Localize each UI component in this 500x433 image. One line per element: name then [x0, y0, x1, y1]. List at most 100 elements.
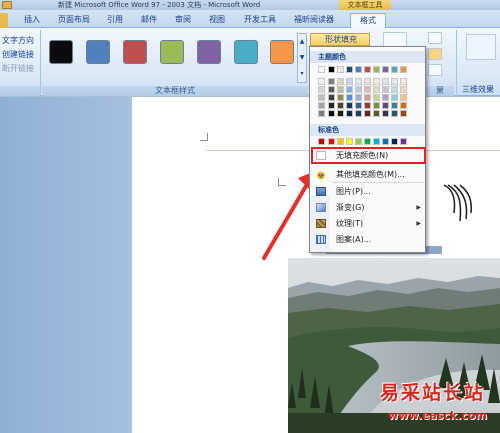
color-swatch[interactable]	[318, 78, 325, 85]
color-swatch[interactable]	[364, 86, 371, 93]
style-swatch-red[interactable]	[123, 40, 147, 64]
color-swatch[interactable]	[355, 102, 362, 109]
style-swatch-orange[interactable]	[270, 40, 294, 64]
color-swatch[interactable]	[382, 86, 389, 93]
color-swatch[interactable]	[328, 86, 335, 93]
color-swatch[interactable]	[337, 102, 344, 109]
color-swatch[interactable]	[373, 78, 380, 85]
color-swatch[interactable]	[391, 94, 398, 101]
color-swatch[interactable]	[318, 94, 325, 101]
tab-format[interactable]: 格式	[350, 13, 386, 28]
tab-developer[interactable]: 开发工具	[238, 13, 282, 28]
color-swatch[interactable]	[400, 138, 407, 145]
color-swatch[interactable]	[318, 86, 325, 93]
color-swatch[interactable]	[337, 86, 344, 93]
quick-access-save-icon[interactable]	[2, 1, 12, 9]
color-swatch[interactable]	[318, 110, 325, 117]
style-swatch-blue[interactable]	[86, 40, 110, 64]
color-swatch[interactable]	[364, 78, 371, 85]
styles-gallery-scroll[interactable]: ▲ ▼ ▾	[297, 33, 307, 83]
color-swatch[interactable]	[373, 66, 380, 73]
color-swatch[interactable]	[337, 138, 344, 145]
color-swatch[interactable]	[400, 94, 407, 101]
color-swatch[interactable]	[328, 78, 335, 85]
color-swatch[interactable]	[373, 138, 380, 145]
color-swatch[interactable]	[382, 78, 389, 85]
color-swatch[interactable]	[391, 110, 398, 117]
color-swatch[interactable]	[355, 86, 362, 93]
color-swatch[interactable]	[328, 138, 335, 145]
color-swatch[interactable]	[373, 110, 380, 117]
nudge-center-button[interactable]	[428, 48, 442, 60]
color-swatch[interactable]	[355, 78, 362, 85]
color-swatch[interactable]	[346, 110, 353, 117]
color-swatch[interactable]	[400, 66, 407, 73]
scroll-up-icon[interactable]: ▲	[298, 34, 306, 50]
three-d-effects-icon[interactable]	[466, 34, 496, 60]
tab-review[interactable]: 审阅	[168, 13, 198, 28]
color-swatch[interactable]	[318, 138, 325, 145]
color-swatch[interactable]	[391, 138, 398, 145]
color-swatch[interactable]	[391, 78, 398, 85]
text-direction-button[interactable]: 文字方向	[2, 35, 34, 46]
shape-fill-button[interactable]: 形状填充	[310, 33, 370, 46]
more-fill-colors-menu-item[interactable]: 其他填充颜色(M)...	[312, 167, 425, 182]
color-swatch[interactable]	[328, 102, 335, 109]
tab-insert[interactable]: 插入	[16, 13, 48, 28]
color-swatch[interactable]	[346, 78, 353, 85]
color-swatch[interactable]	[337, 66, 344, 73]
color-swatch[interactable]	[400, 102, 407, 109]
texture-menu-item[interactable]: 纹理(T) ▶	[312, 216, 425, 231]
color-swatch[interactable]	[346, 86, 353, 93]
color-swatch[interactable]	[337, 78, 344, 85]
color-swatch[interactable]	[364, 94, 371, 101]
gallery-more-icon[interactable]: ▾	[298, 66, 306, 82]
scroll-down-icon[interactable]: ▼	[298, 50, 306, 66]
color-swatch[interactable]	[400, 78, 407, 85]
color-swatch[interactable]	[346, 138, 353, 145]
color-swatch[interactable]	[355, 94, 362, 101]
style-swatch-black[interactable]	[49, 40, 73, 64]
color-swatch[interactable]	[400, 86, 407, 93]
color-swatch[interactable]	[346, 102, 353, 109]
color-swatch[interactable]	[391, 86, 398, 93]
color-swatch[interactable]	[355, 66, 362, 73]
color-swatch[interactable]	[373, 86, 380, 93]
color-swatch[interactable]	[364, 138, 371, 145]
picture-menu-item[interactable]: 图片(P)...	[312, 184, 425, 199]
color-swatch[interactable]	[364, 102, 371, 109]
three-d-effects-label[interactable]: 三维效果	[462, 84, 494, 95]
color-swatch[interactable]	[337, 94, 344, 101]
tab-view[interactable]: 视图	[202, 13, 232, 28]
color-swatch[interactable]	[391, 66, 398, 73]
color-swatch[interactable]	[318, 66, 325, 73]
nudge-down-button[interactable]	[428, 64, 442, 76]
create-link-button[interactable]: 创建链接	[2, 49, 34, 60]
color-swatch[interactable]	[373, 94, 380, 101]
style-swatch-green[interactable]	[160, 40, 184, 64]
pattern-menu-item[interactable]: 图案(A)...	[312, 232, 425, 247]
color-swatch[interactable]	[400, 110, 407, 117]
color-swatch[interactable]	[382, 110, 389, 117]
tab-mailings[interactable]: 邮件	[134, 13, 164, 28]
color-swatch[interactable]	[355, 138, 362, 145]
color-swatch[interactable]	[382, 66, 389, 73]
color-swatch[interactable]	[364, 110, 371, 117]
style-swatch-purple[interactable]	[197, 40, 221, 64]
tab-references[interactable]: 引用	[100, 13, 130, 28]
color-swatch[interactable]	[337, 110, 344, 117]
no-fill-menu-item[interactable]: 无填充颜色(N)	[311, 147, 426, 164]
style-swatch-aqua[interactable]	[234, 40, 258, 64]
color-swatch[interactable]	[328, 66, 335, 73]
color-swatch[interactable]	[391, 102, 398, 109]
nudge-up-button[interactable]	[428, 32, 442, 44]
gradient-menu-item[interactable]: 渐变(G) ▶	[312, 200, 425, 215]
color-swatch[interactable]	[346, 94, 353, 101]
color-swatch[interactable]	[318, 102, 325, 109]
tab-page-layout[interactable]: 页面布局	[52, 13, 96, 28]
color-swatch[interactable]	[328, 110, 335, 117]
color-swatch[interactable]	[382, 138, 389, 145]
tab-home[interactable]	[0, 13, 8, 28]
color-swatch[interactable]	[364, 66, 371, 73]
color-swatch[interactable]	[382, 94, 389, 101]
